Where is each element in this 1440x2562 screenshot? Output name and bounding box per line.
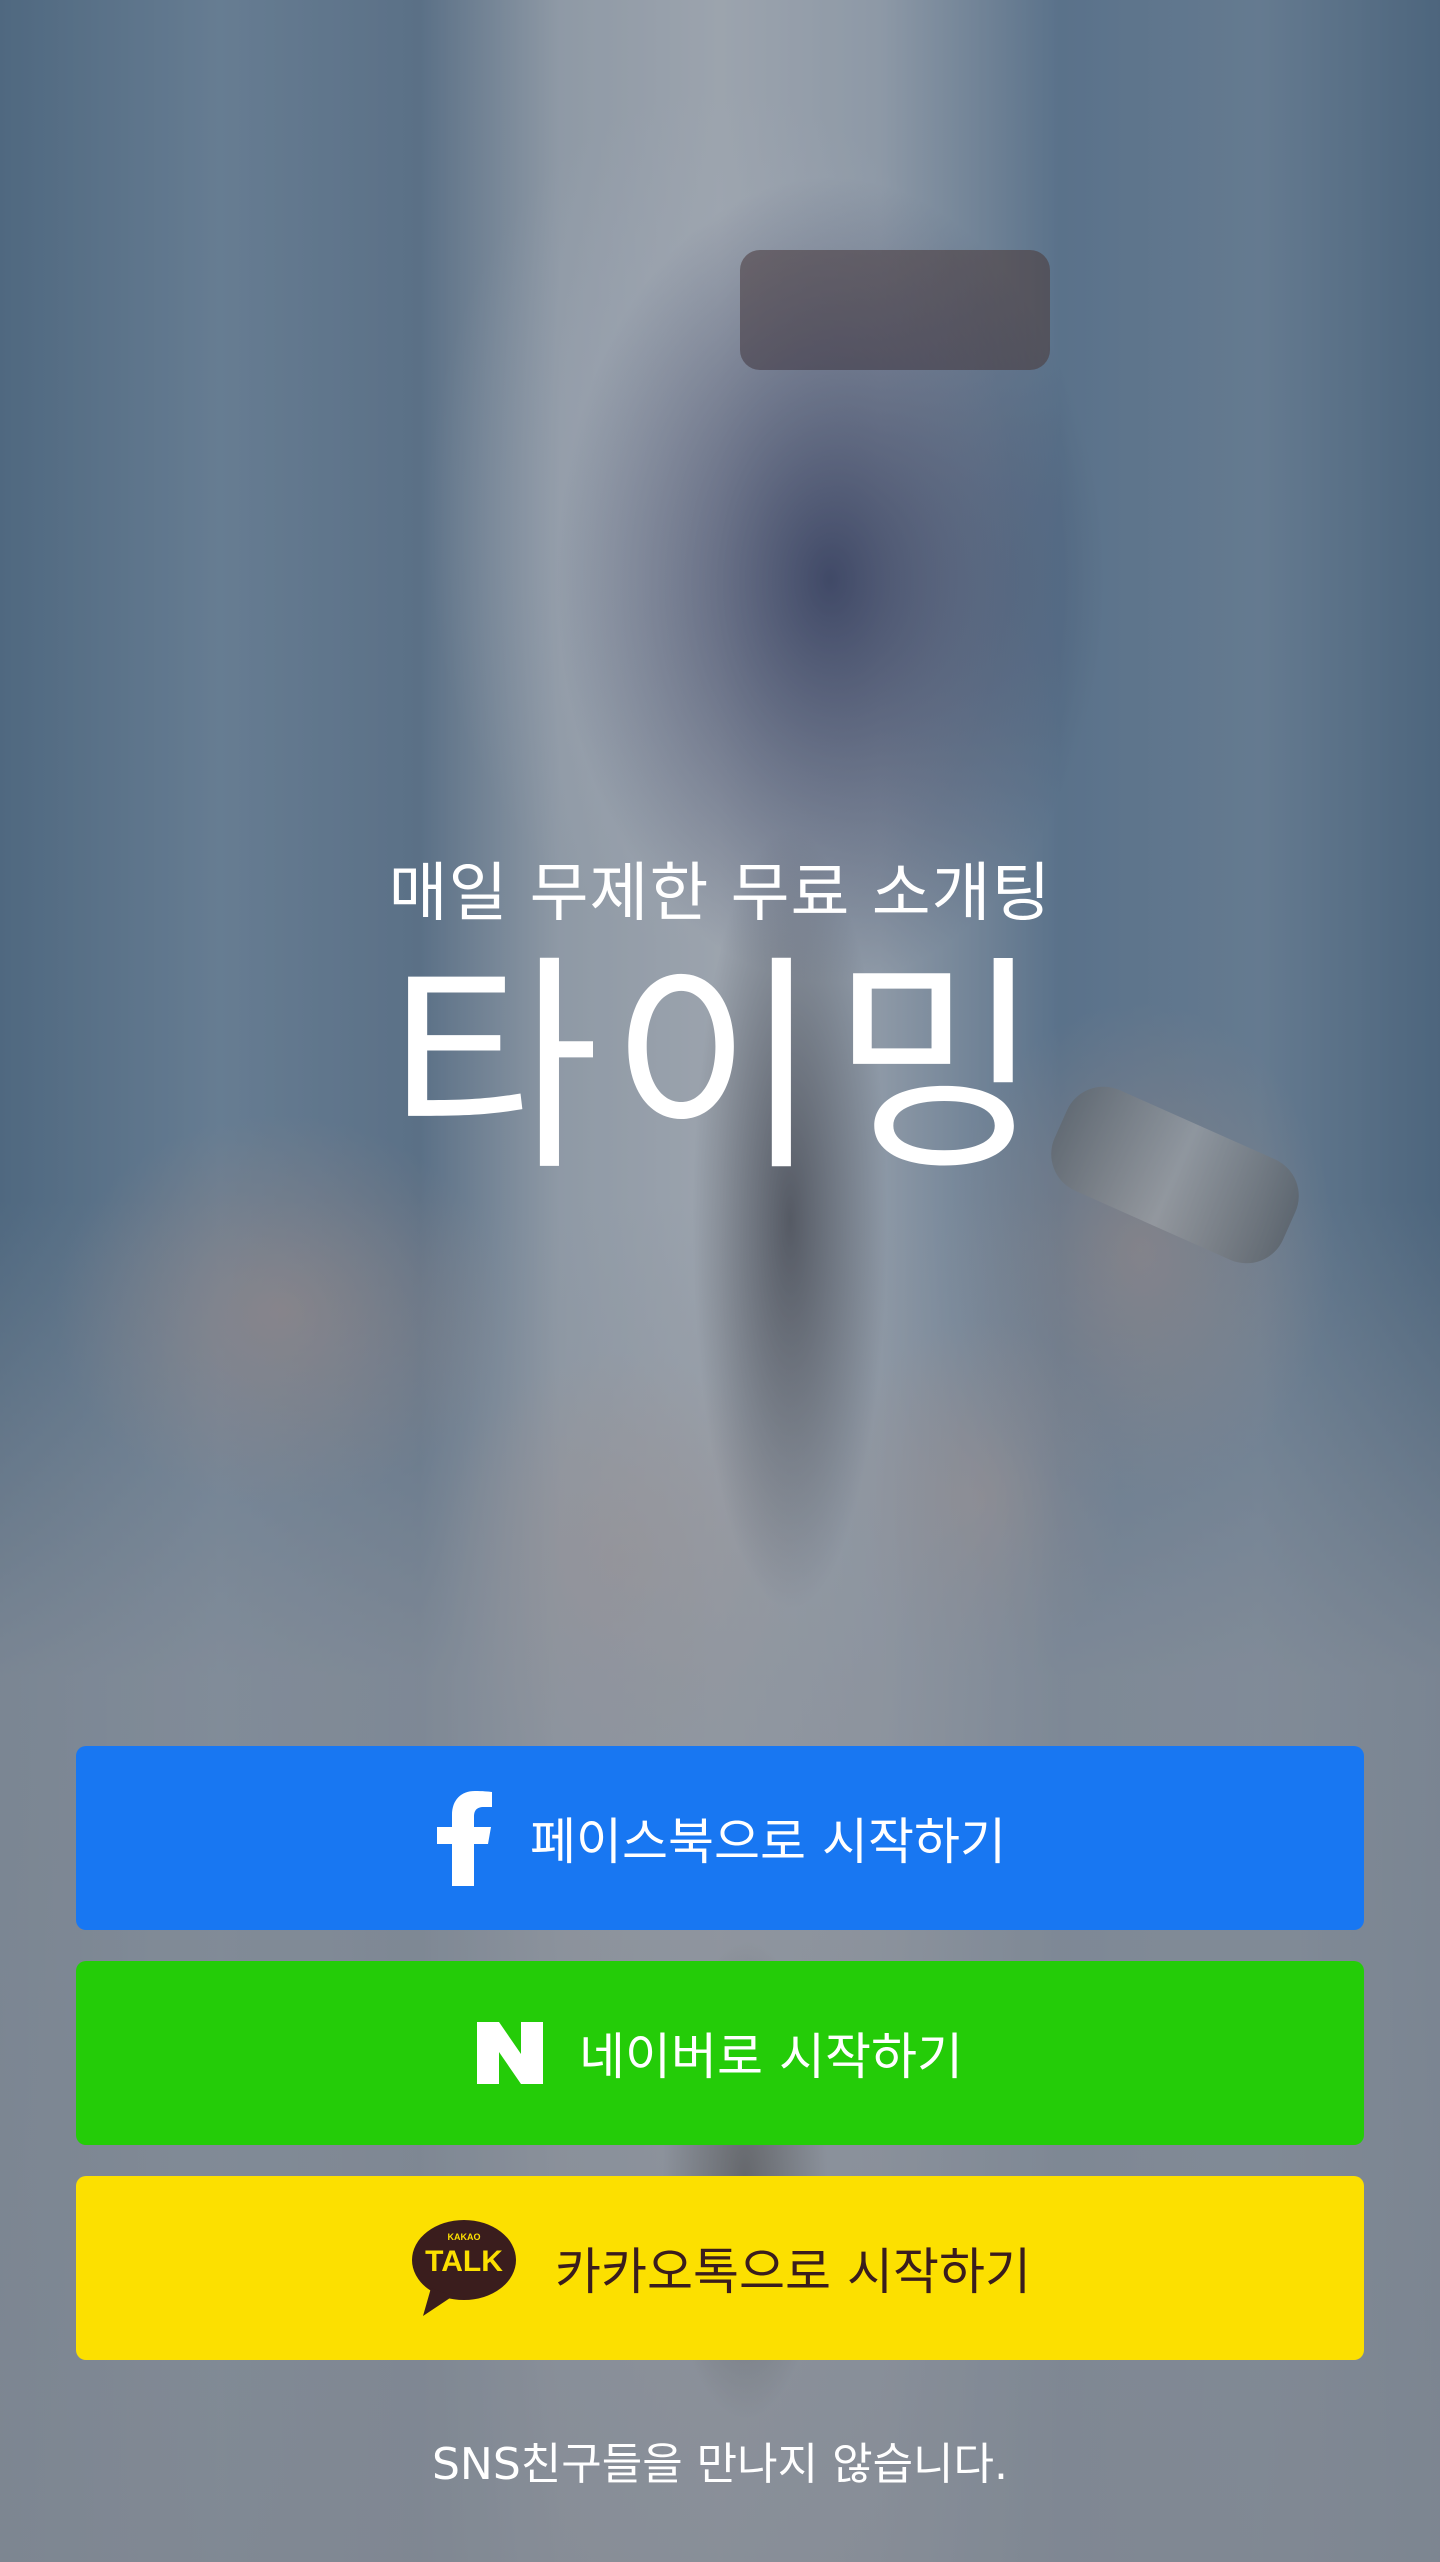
kakao-login-label: 카카오톡으로 시작하기 bbox=[555, 2243, 1031, 2301]
facebook-f-icon bbox=[434, 1790, 494, 1886]
naver-login-button[interactable]: 네이버로 시작하기 bbox=[76, 1961, 1364, 2145]
kakao-icon-subtext: KAKAO bbox=[448, 2232, 481, 2242]
kakao-talk-bubble-icon: KAKAO TALK bbox=[409, 2218, 519, 2318]
app-logo: 타이밍 bbox=[387, 936, 1053, 1203]
footer-notice: SNS친구들을 만나지 않습니다. bbox=[431, 2439, 1008, 2490]
naver-login-label: 네이버로 시작하기 bbox=[579, 2028, 963, 2086]
kakao-icon-text: TALK bbox=[425, 2245, 503, 2278]
tagline: 매일 무제한 무료 소개팅 bbox=[388, 857, 1052, 931]
facebook-login-button[interactable]: 페이스북으로 시작하기 bbox=[76, 1746, 1364, 1930]
kakao-login-button[interactable]: KAKAO TALK 카카오톡으로 시작하기 bbox=[76, 2176, 1364, 2360]
facebook-login-label: 페이스북으로 시작하기 bbox=[530, 1813, 1006, 1871]
splash-screen: 매일 무제한 무료 소개팅 타이밍 페이스북으로 시작하기 네이버로 시작하기 … bbox=[0, 0, 1440, 2562]
naver-n-icon bbox=[477, 2022, 544, 2084]
